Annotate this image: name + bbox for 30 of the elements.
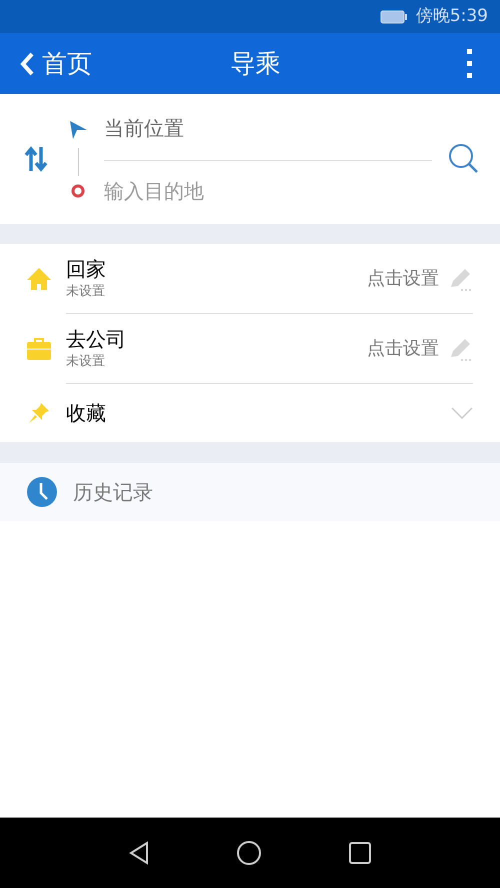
history-title: 历史记录	[73, 479, 153, 506]
shortcut-subtitle: 未设置	[66, 282, 106, 301]
back-icon	[20, 52, 34, 76]
pin-icon	[28, 402, 50, 424]
set-link[interactable]: 点击设置	[367, 335, 439, 362]
shortcut-title: 去公司	[66, 326, 127, 352]
recent-apps-icon[interactable]	[349, 842, 371, 864]
shortcut-row[interactable]: 回家 未设置 点击设置	[0, 244, 500, 314]
clock-icon	[27, 477, 57, 507]
swap-icon[interactable]	[24, 146, 48, 172]
shortcut-subtitle: 未设置	[66, 352, 106, 371]
home-circle-icon[interactable]	[237, 841, 261, 865]
back-button[interactable]: 首页	[20, 44, 92, 82]
location-arrow-icon	[68, 120, 88, 140]
destination-dot-icon	[71, 184, 85, 198]
history-bar[interactable]: 历史记录	[0, 463, 500, 521]
house-icon	[26, 266, 52, 292]
shortcut-title: 回家	[66, 256, 107, 282]
set-link[interactable]: 点击设置	[367, 265, 439, 292]
battery-icon	[380, 10, 408, 24]
page-title: 导乘	[230, 48, 280, 80]
back-triangle-icon[interactable]	[129, 841, 149, 865]
shortcut-row[interactable]: 去公司 未设置 点击设置	[0, 314, 500, 384]
briefcase-icon	[26, 337, 52, 361]
clock-text: 傍晚5:39	[416, 4, 488, 28]
search-icon[interactable]	[448, 143, 480, 175]
shortcut-row[interactable]: 收藏	[0, 384, 500, 442]
destination-field[interactable]: 输入目的地	[104, 161, 432, 221]
origin-field[interactable]: 当前位置	[104, 97, 432, 161]
shortcut-title: 收藏	[66, 400, 107, 426]
